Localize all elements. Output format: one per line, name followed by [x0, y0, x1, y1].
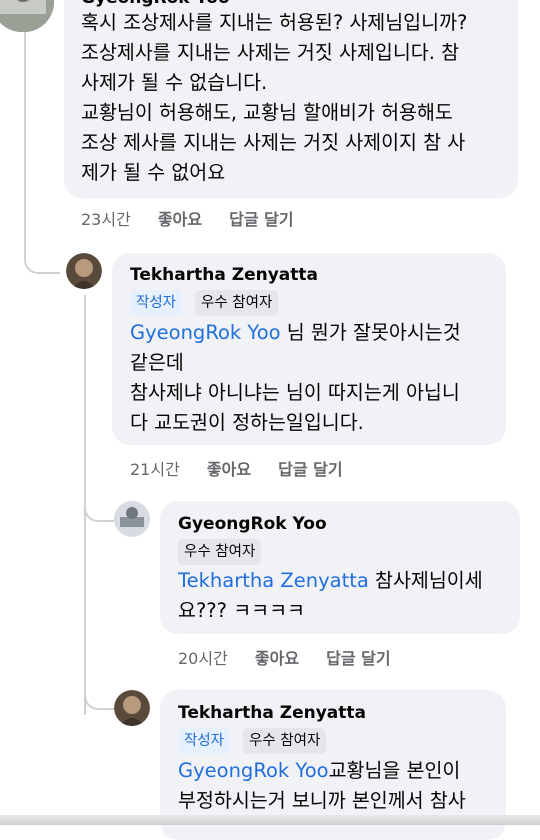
author-badge: 작성자 — [178, 728, 231, 754]
bottom-edge — [0, 815, 540, 825]
comment-actions: 21시간 좋아요 답글 달기 — [130, 456, 343, 480]
comment-time[interactable]: 23시간 — [81, 206, 131, 230]
comment-text: GyeongRok Yoo 님 뭔가 잘못아시는것 같은데 참사제냐 아니냐는 … — [130, 321, 461, 434]
mention-link[interactable]: GyeongRok Yoo — [178, 759, 329, 782]
reply-button[interactable]: 답글 달기 — [326, 645, 390, 669]
like-button[interactable]: 좋아요 — [255, 645, 299, 669]
like-button[interactable]: 좋아요 — [158, 206, 202, 230]
mention-link[interactable]: Tekhartha Zenyatta — [178, 569, 369, 592]
comment-time[interactable]: 21시간 — [130, 456, 180, 480]
comment-text: 혹시 조상제사를 지내는 허용된? 사제님입니까? 조상제사를 지내는 사제는 … — [81, 11, 468, 184]
comment-author[interactable]: Tekhartha Zenyatta — [178, 703, 366, 723]
mention-link[interactable]: GyeongRok Yoo — [130, 321, 281, 344]
avatar[interactable] — [66, 253, 102, 289]
top-contributor-badge: 우수 참여자 — [243, 728, 327, 754]
thread-line-main — [24, 0, 26, 250]
avatar-photo-icon — [0, 0, 54, 32]
avatar[interactable] — [0, 0, 54, 32]
comment-text: Tekhartha Zenyatta 참사제님이세 요??? ㅋㅋㅋㅋ — [178, 569, 483, 622]
comment-time[interactable]: 20시간 — [178, 645, 228, 669]
comment-text: GyeongRok Yoo교황님을 본인이 부정하시는거 보니까 본인께서 참사 — [178, 759, 466, 812]
thread-line-curve-3 — [84, 680, 114, 710]
like-button[interactable]: 좋아요 — [207, 456, 251, 480]
comment-actions: 23시간 좋아요 답글 달기 — [81, 206, 294, 230]
avatar[interactable] — [114, 690, 150, 726]
thread-line-curve-1 — [24, 250, 60, 274]
avatar[interactable] — [114, 501, 150, 537]
comment-author[interactable]: Tekhartha Zenyatta — [130, 265, 318, 285]
comment-author[interactable]: GyeongRok Yoo — [81, 0, 230, 8]
top-contributor-badge: 우수 참여자 — [178, 539, 262, 565]
comment-author[interactable]: GyeongRok Yoo — [178, 514, 327, 534]
reply-button[interactable]: 답글 달기 — [278, 456, 342, 480]
top-contributor-badge: 우수 참여자 — [195, 290, 279, 316]
avatar-photo-icon — [114, 501, 150, 537]
avatar-photo-icon — [114, 690, 150, 726]
author-badge: 작성자 — [130, 290, 183, 316]
reply-button[interactable]: 답글 달기 — [229, 206, 293, 230]
avatar-photo-icon — [66, 253, 102, 289]
comment-actions: 20시간 좋아요 답글 달기 — [178, 645, 391, 669]
thread-line-curve-2 — [84, 490, 114, 522]
